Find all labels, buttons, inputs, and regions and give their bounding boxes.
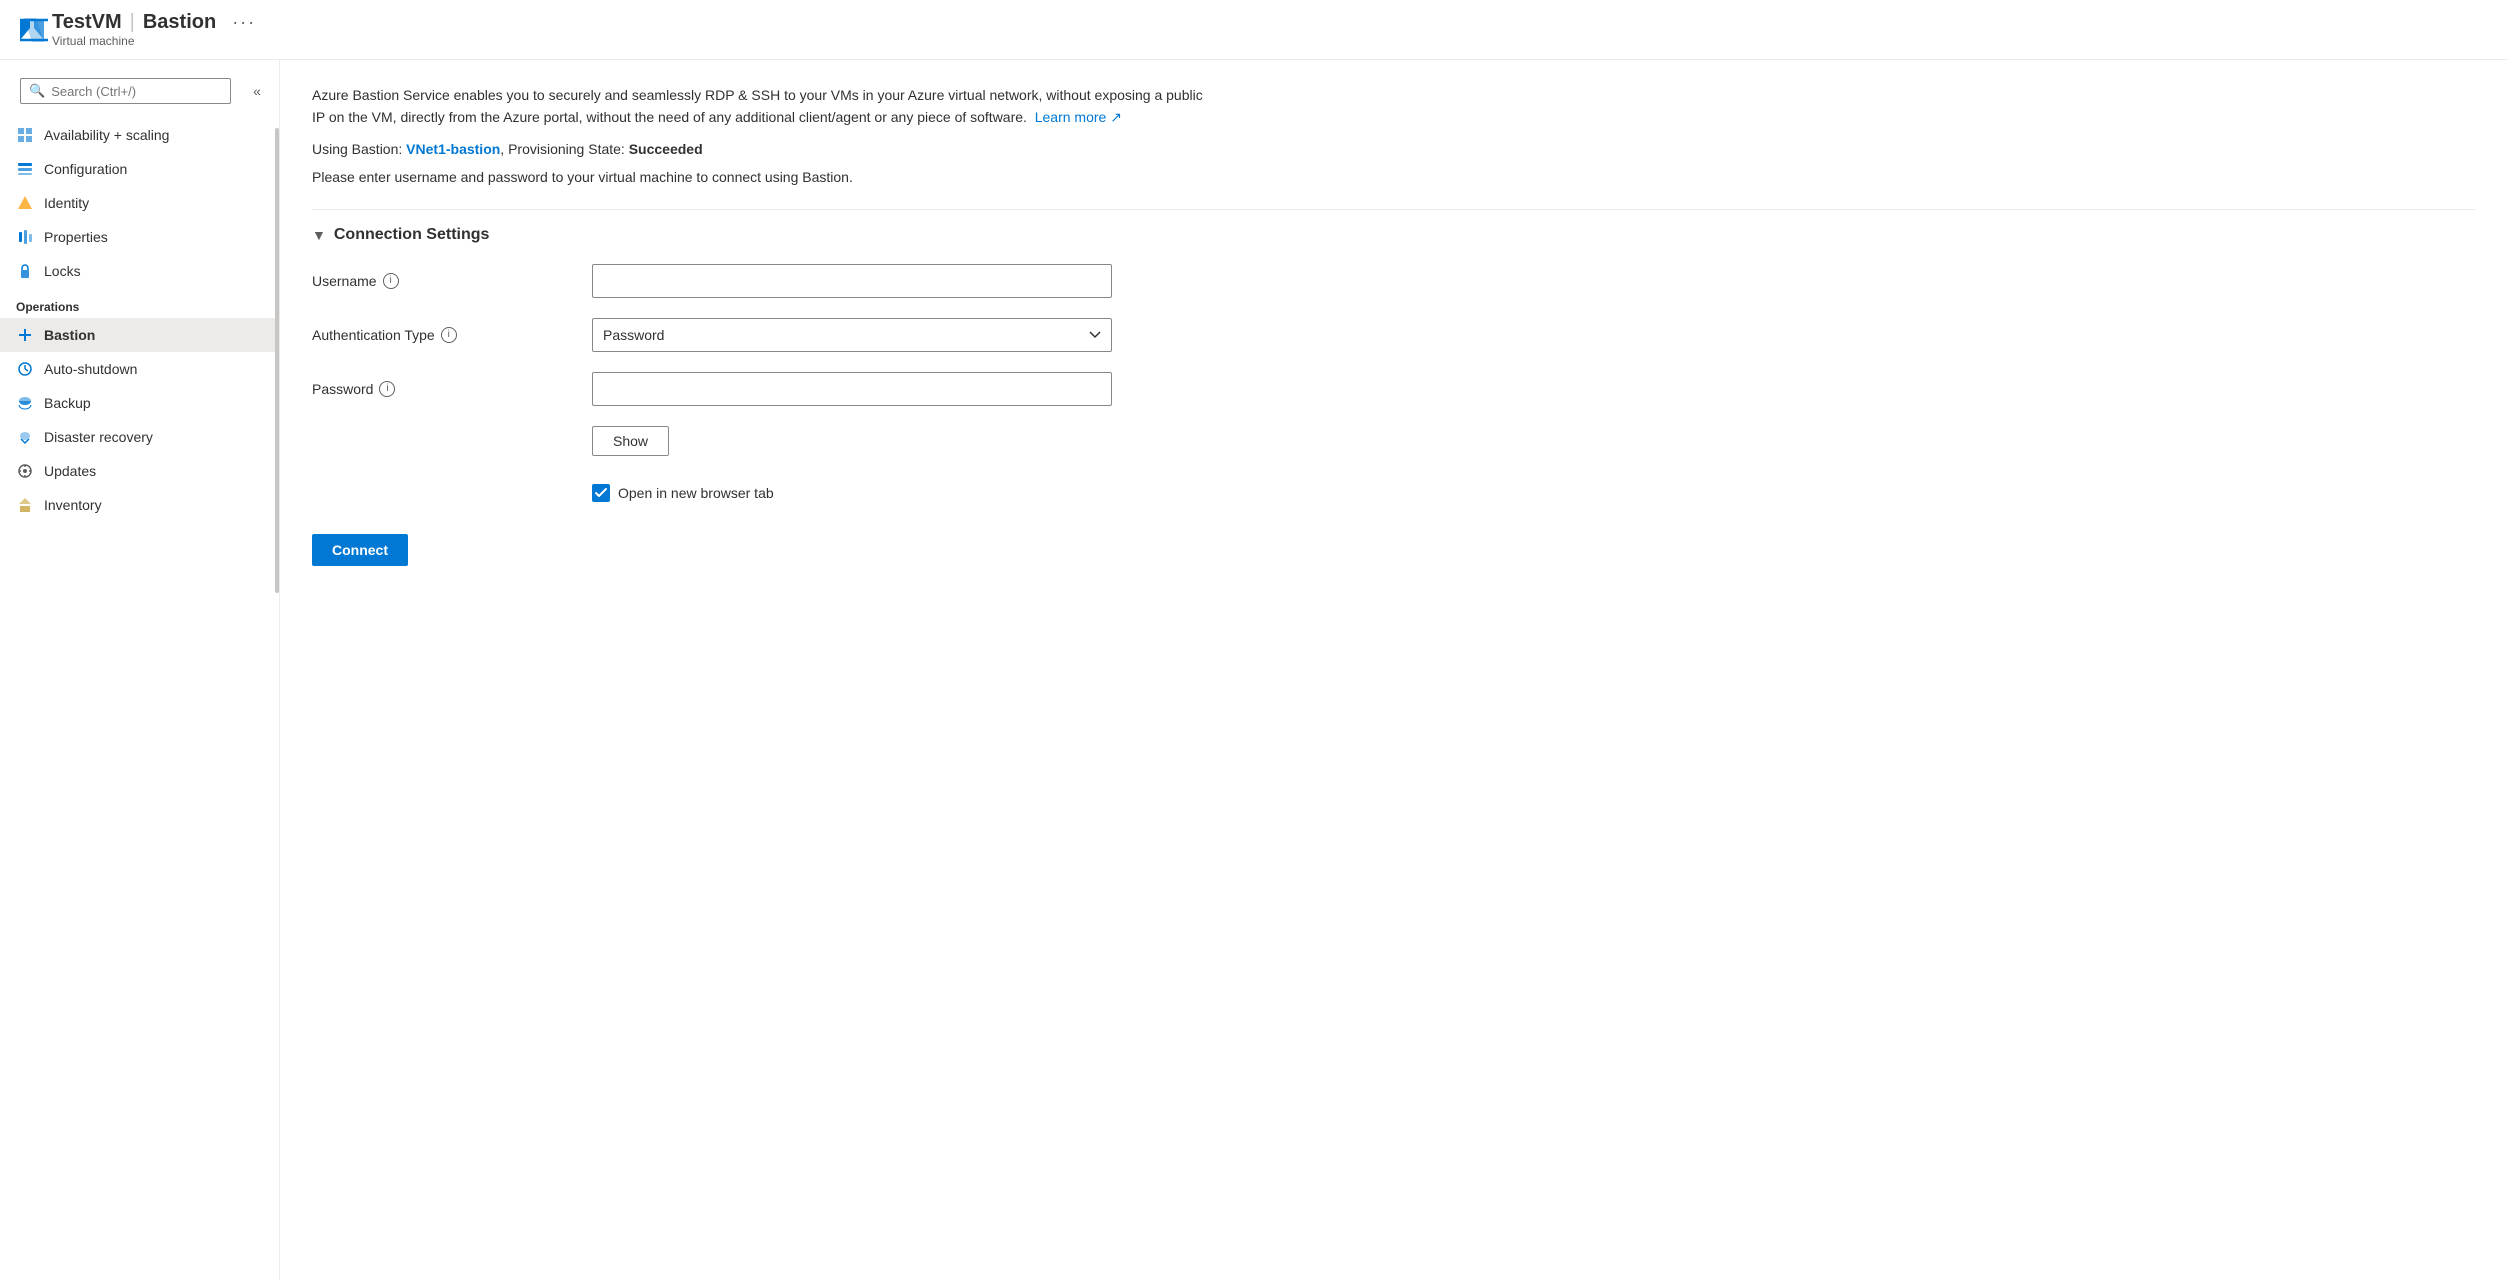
auth-type-select[interactable]: Password SSH Private Key from Local File… [592,318,1112,352]
sidebar-item-inventory[interactable]: Inventory [0,488,279,522]
backup-icon [16,394,34,412]
open-new-tab-checkbox[interactable] [592,484,610,502]
connection-settings-header[interactable]: ▼ Connection Settings [312,226,2476,244]
username-label-container: Username i [312,273,592,289]
password-field-container [592,372,1112,406]
password-label-container: Password i [312,381,592,397]
sidebar-item-backup[interactable]: Backup [0,386,279,420]
autoshutdown-icon [16,360,34,378]
open-new-tab-label: Open in new browser tab [618,485,774,501]
connection-settings-label: Connection Settings [334,226,490,244]
sidebar-label-properties: Properties [44,229,108,245]
vm-name: TestVM [52,11,122,34]
sidebar-item-identity[interactable]: Identity [0,186,279,220]
header: TestVM | Bastion ··· Virtual machine [0,0,2508,60]
open-new-tab-row: Open in new browser tab [592,484,774,502]
learn-more-link[interactable]: Learn more ↗ [1035,109,1122,125]
sidebar-item-updates[interactable]: Updates [0,454,279,488]
show-password-button[interactable]: Show [592,426,669,456]
connection-settings-section: ▼ Connection Settings Username i Authent… [312,226,2476,502]
main-content: Azure Bastion Service enables you to sec… [280,60,2508,1280]
header-subtitle: Virtual machine [52,34,256,48]
username-row: Username i [312,264,2476,298]
sidebar-item-configuration[interactable]: Configuration [0,152,279,186]
description-text: Azure Bastion Service enables you to sec… [312,84,1212,129]
auth-type-row: Authentication Type i Password SSH Priva… [312,318,2476,352]
sidebar-label-backup: Backup [44,395,91,411]
main-layout: 🔍 « Availability + scaling Configuration [0,60,2508,1280]
sidebar-item-autoshutdown[interactable]: Auto-shutdown [0,352,279,386]
page-title: Bastion [143,11,216,34]
enter-creds-text: Please enter username and password to yo… [312,169,2476,185]
sidebar: 🔍 « Availability + scaling Configuration [0,60,280,1280]
header-title: TestVM | Bastion ··· Virtual machine [52,11,256,48]
bastion-icon [16,326,34,344]
header-separator: | [130,11,135,34]
sidebar-label-bastion: Bastion [44,327,95,343]
operations-section-label: Operations [0,288,279,318]
auth-type-field-container: Password SSH Private Key from Local File… [592,318,1112,352]
properties-icon [16,228,34,246]
username-info-icon[interactable]: i [383,273,399,289]
password-row: Password i [312,372,2476,406]
sidebar-label-inventory: Inventory [44,497,102,513]
search-icon: 🔍 [29,83,45,99]
search-box[interactable]: 🔍 [20,78,231,104]
form-actions: Show Open in new browser tab [592,426,2476,502]
checkmark-icon [595,487,607,499]
username-field-container [592,264,1112,298]
search-input[interactable] [51,84,222,99]
header-ellipsis[interactable]: ··· [232,12,256,33]
logo-area [16,12,52,48]
chevron-down-icon: ▼ [312,227,326,243]
username-input[interactable] [592,264,1112,298]
locks-icon [16,262,34,280]
auth-type-label: Authentication Type [312,327,435,343]
sidebar-item-availability[interactable]: Availability + scaling [0,118,279,152]
collapse-sidebar-button[interactable]: « [243,77,271,105]
password-info-icon[interactable]: i [379,381,395,397]
sidebar-label-configuration: Configuration [44,161,127,177]
auth-type-info-icon[interactable]: i [441,327,457,343]
sidebar-item-bastion[interactable]: Bastion [0,318,279,352]
status-line: Using Bastion: VNet1-bastion, Provisioni… [312,141,2476,157]
sidebar-item-properties[interactable]: Properties [0,220,279,254]
password-label: Password [312,381,373,397]
sidebar-label-identity: Identity [44,195,89,211]
bastion-name-link[interactable]: VNet1-bastion [406,141,500,157]
sidebar-label-availability: Availability + scaling [44,127,169,143]
sidebar-item-disaster-recovery[interactable]: Disaster recovery [0,420,279,454]
inventory-icon [16,496,34,514]
availability-icon [16,126,34,144]
auth-type-label-container: Authentication Type i [312,327,592,343]
configuration-icon [16,160,34,178]
sidebar-label-updates: Updates [44,463,96,479]
password-input[interactable] [592,372,1112,406]
username-label: Username [312,273,377,289]
sidebar-label-locks: Locks [44,263,81,279]
updates-icon [16,462,34,480]
sidebar-item-locks[interactable]: Locks [0,254,279,288]
section-divider [312,209,2476,210]
disaster-recovery-icon [16,428,34,446]
identity-icon [16,194,34,212]
sidebar-label-disaster-recovery: Disaster recovery [44,429,153,445]
sidebar-label-autoshutdown: Auto-shutdown [44,361,137,377]
provisioning-state: Succeeded [629,141,703,157]
connect-button[interactable]: Connect [312,534,408,566]
azure-logo-icon [16,12,52,48]
scroll-indicator [275,128,279,593]
